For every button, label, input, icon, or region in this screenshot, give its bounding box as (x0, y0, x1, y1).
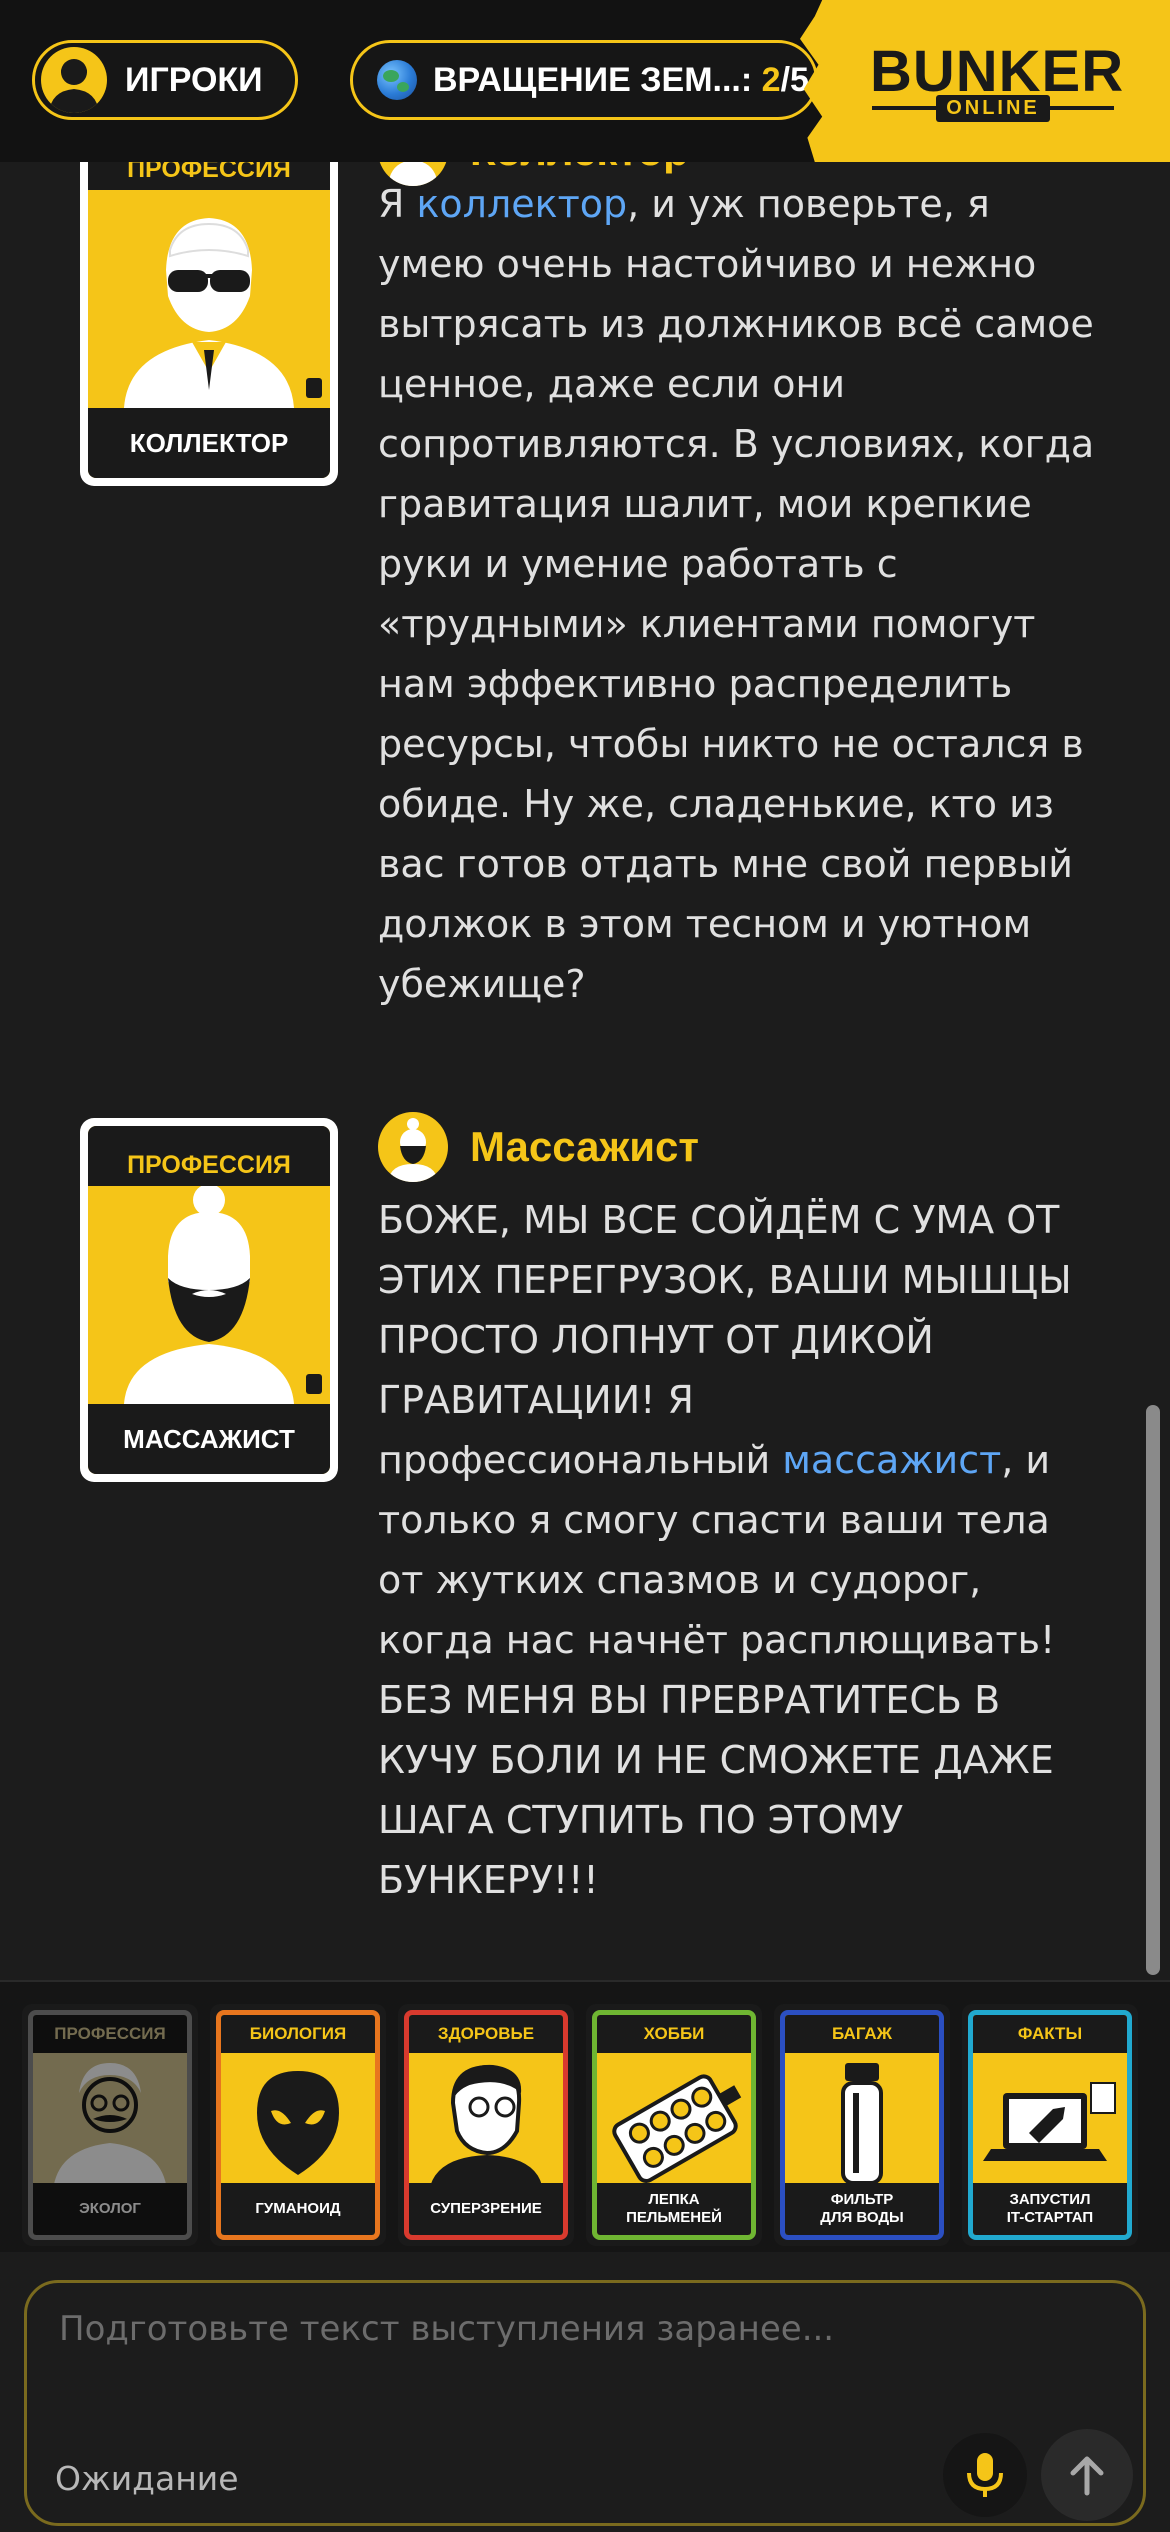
card-title: МАССАЖИСТ (123, 1423, 295, 1454)
tray-card-title: ФИЛЬТР ДЛЯ ВОДЫ (820, 2191, 904, 2226)
card-category: ПРОФЕССИЯ (127, 162, 291, 183)
message-text-part: , и уж поверьте, я умею очень настойчиво… (378, 182, 1095, 1006)
players-label: ИГРОКИ (125, 60, 263, 99)
collector-figure-icon (88, 190, 330, 408)
tray-card-biology[interactable]: БИОЛОГИЯ ГУМАНОИД (210, 2004, 386, 2246)
card-category: ПРОФЕССИЯ (127, 1151, 291, 1179)
speech-composer: Ожидание (24, 2280, 1146, 2526)
message-text-part: , и только я смогу спасти ваши тела от ж… (378, 1438, 1056, 1902)
mic-button[interactable] (943, 2433, 1027, 2517)
round-total: /5 (780, 60, 809, 99)
tray-card-title: СУПЕРЗРЕНИЕ (430, 2200, 542, 2217)
ecologist-icon (33, 2053, 187, 2191)
glasses-person-icon (409, 2053, 563, 2191)
bunker-logo: BUNKER ONLINE (800, 0, 1170, 162)
round-current: 2 (761, 60, 781, 99)
author-row: Массажист (378, 1112, 699, 1182)
tray-card-facts[interactable]: ФАКТЫ ЗАПУСТИЛ IT-СТАРТАП (962, 2004, 1138, 2246)
message-highlight-link[interactable]: массажист (782, 1438, 1001, 1482)
players-button[interactable]: ИГРОКИ (32, 40, 298, 120)
message-text: БОЖЕ, МЫ ВСЕ СОЙДЁМ С УМА ОТ ЭТИХ ПЕРЕГР… (378, 1190, 1098, 1910)
message-text-part: Я (378, 182, 417, 226)
player-avatar-icon (41, 47, 107, 113)
tray-card-title: ЛЕПКА ПЕЛЬМЕНЕЙ (626, 2191, 722, 2226)
tray-card-hobby[interactable]: ХОББИ ЛЕПКА ПЕЛЬМЕНЕЙ (586, 2004, 762, 2246)
tray-card-category: БАГАЖ (831, 2024, 893, 2043)
tray-card-title: ЗАПУСТИЛ IT-СТАРТАП (1006, 2191, 1094, 2226)
tray-card-category: ХОББИ (643, 2024, 705, 2043)
tray-card-title: ГУМАНОИД (255, 2200, 341, 2217)
send-button[interactable] (1041, 2429, 1133, 2521)
profession-card[interactable]: ПРОФЕССИЯ КОЛЛЕКТОР (80, 162, 338, 486)
player-cards-tray: ПРОФЕССИЯ ЭКОЛОГ БИОЛОГИЯ ГУМАНОИД ЗДОРО… (0, 1980, 1170, 2252)
globe-icon (377, 60, 417, 100)
tray-card-profession[interactable]: ПРОФЕССИЯ ЭКОЛОГ (22, 2004, 198, 2246)
laptop-rocket-icon (973, 2053, 1127, 2183)
tray-card-title: ЭКОЛОГ (79, 2200, 141, 2217)
message-feed[interactable]: ПРОФЕССИЯ КОЛЛЕКТОР Я коллектор, и уж по… (0, 162, 1170, 1980)
round-label-wrap: ВРАЩЕНИЕ ЗЕМ...: 2/5 (433, 61, 809, 100)
round-indicator[interactable]: ВРАЩЕНИЕ ЗЕМ...: 2/5 (350, 40, 818, 120)
tray-card-baggage[interactable]: БАГАЖ ФИЛЬТР ДЛЯ ВОДЫ (774, 2004, 950, 2246)
water-filter-icon (785, 2053, 939, 2185)
author-name: Массажист (470, 1123, 699, 1170)
logo-sub-wrap: ONLINE (872, 94, 1114, 122)
top-bar: ИГРОКИ ВРАЩЕНИЕ ЗЕМ...: 2/5 BUNKER ONLIN… (0, 0, 1170, 162)
round-label: ВРАЩЕНИЕ ЗЕМ...: (433, 60, 762, 99)
masseur-figure-icon (88, 1184, 330, 1404)
message-highlight-link[interactable]: коллектор (416, 182, 627, 226)
card-title: КОЛЛЕКТОР (129, 427, 289, 458)
dumpling-board-icon (597, 2053, 751, 2184)
tray-card-category: ПРОФЕССИЯ (54, 2024, 166, 2043)
tray-card-category: ФАКТЫ (1017, 2024, 1083, 2043)
arrow-up-icon (1070, 2456, 1104, 2496)
alien-icon (221, 2053, 375, 2183)
tray-card-category: БИОЛОГИЯ (249, 2024, 347, 2043)
author-avatar (378, 1112, 448, 1182)
status-text: Ожидание (55, 2459, 239, 2498)
profession-card[interactable]: ПРОФЕССИЯ МАССАЖИСТ (80, 1118, 338, 1482)
logo-sub-text: ONLINE (936, 94, 1050, 122)
tray-card-health[interactable]: ЗДОРОВЬЕ СУПЕРЗРЕНИЕ (398, 2004, 574, 2246)
speech-input[interactable] (57, 2307, 1061, 2411)
tray-card-category: ЗДОРОВЬЕ (437, 2024, 535, 2043)
message-text: Я коллектор, и уж поверьте, я умею очень… (378, 174, 1098, 1014)
microphone-icon (967, 2453, 1003, 2497)
feed-scrollbar[interactable] (1146, 1405, 1160, 1975)
